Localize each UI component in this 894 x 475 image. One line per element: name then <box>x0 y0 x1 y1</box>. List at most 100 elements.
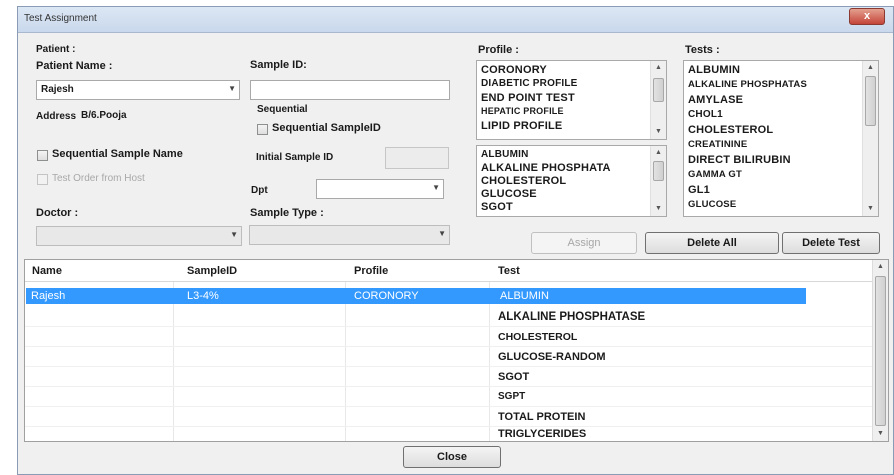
sample-type-label: Sample Type : <box>250 207 324 219</box>
cell-name: Rajesh <box>31 290 66 302</box>
assignment-grid: Name SampleID Profile Test Rajesh L3-4% … <box>24 259 889 442</box>
test-item[interactable]: ALBUMIN <box>688 64 740 76</box>
cell-test[interactable]: ALKALINE PHOSPHATASE <box>498 311 645 323</box>
column-header-name[interactable]: Name <box>32 265 62 277</box>
cell-test[interactable]: GLUCOSE-RANDOM <box>498 351 606 363</box>
tests-listbox[interactable]: ALBUMIN ALKALINE PHOSPHATAS AMYLASE CHOL… <box>683 60 879 217</box>
profile-item[interactable]: CORONORY <box>481 64 547 76</box>
test-item[interactable]: GL1 <box>688 184 710 196</box>
cell-test: ALBUMIN <box>500 290 549 302</box>
column-divider <box>345 282 346 441</box>
sequential-sample-name-label: Sequential Sample Name <box>52 148 183 160</box>
window-title: Test Assignment <box>24 13 97 24</box>
delete-test-button[interactable]: Delete Test <box>782 232 880 254</box>
profile-label: Profile : <box>478 44 519 56</box>
test-item[interactable]: CHOL1 <box>688 109 723 120</box>
scroll-thumb[interactable] <box>653 78 664 102</box>
column-header-test[interactable]: Test <box>498 265 520 277</box>
scroll-up-icon[interactable]: ▲ <box>863 61 878 75</box>
cell-test[interactable]: SGOT <box>498 371 529 383</box>
sequential-sampleid-label: Sequential SampleID <box>272 122 381 134</box>
test-assignment-window: Test Assignment x Patient : Patient Name… <box>17 6 894 475</box>
dpt-label: Dpt <box>251 185 268 196</box>
sequential-sample-name-checkbox[interactable] <box>37 150 48 161</box>
profile-test-item[interactable]: ALBUMIN <box>481 149 529 160</box>
profile-tests-listbox[interactable]: ALBUMIN ALKALINE PHOSPHATA CHOLESTEROL G… <box>476 145 667 217</box>
test-item[interactable]: GAMMA GT <box>688 169 742 180</box>
grid-scrollbar[interactable]: ▲ ▼ <box>872 260 888 441</box>
sample-id-label: Sample ID: <box>250 59 307 71</box>
cell-test[interactable]: CHOLESTEROL <box>498 331 577 343</box>
profile-test-item[interactable]: GLUCOSE <box>481 188 537 200</box>
chevron-down-icon: ▼ <box>228 84 236 93</box>
profile-test-item[interactable]: SGOT <box>481 201 513 213</box>
chevron-down-icon: ▼ <box>438 229 446 238</box>
test-order-checkbox[interactable] <box>37 174 48 185</box>
test-item[interactable]: ALKALINE PHOSPHATAS <box>688 79 807 90</box>
scroll-thumb[interactable] <box>653 161 664 181</box>
test-item[interactable]: GLUCOSE <box>688 199 736 210</box>
chevron-down-icon: ▼ <box>230 230 238 239</box>
row-divider <box>25 346 873 347</box>
profile-tests-scrollbar[interactable]: ▲ ▼ <box>650 146 666 216</box>
close-button[interactable]: Close <box>403 446 501 468</box>
address-label: Address <box>36 111 77 122</box>
test-item[interactable]: CHOLESTEROL <box>688 124 773 136</box>
tests-scrollbar[interactable]: ▲ ▼ <box>862 61 878 216</box>
scroll-down-icon[interactable]: ▼ <box>873 427 888 441</box>
profile-item[interactable]: DIABETIC PROFILE <box>481 78 578 89</box>
scroll-up-icon[interactable]: ▲ <box>873 260 888 274</box>
profile-test-item[interactable]: ALKALINE PHOSPHATA <box>481 162 611 174</box>
scroll-thumb[interactable] <box>865 76 876 126</box>
title-bar: Test Assignment x <box>18 7 893 33</box>
cell-sampleid: L3-4% <box>187 290 219 302</box>
row-divider <box>25 366 873 367</box>
cell-test[interactable]: TOTAL PROTEIN <box>498 411 585 423</box>
scroll-up-icon[interactable]: ▲ <box>651 146 666 160</box>
test-item[interactable]: CREATININE <box>688 139 747 150</box>
test-item[interactable]: AMYLASE <box>688 94 743 106</box>
sequential-sampleid-checkbox[interactable] <box>257 124 268 135</box>
profile-listbox[interactable]: CORONORY DIABETIC PROFILE END POINT TEST… <box>476 60 667 140</box>
row-divider <box>25 406 873 407</box>
assign-button[interactable]: Assign <box>531 232 637 254</box>
row-divider <box>25 326 873 327</box>
row-divider <box>25 386 873 387</box>
scroll-down-icon[interactable]: ▼ <box>651 125 666 139</box>
dpt-dropdown[interactable]: ▼ <box>316 179 444 199</box>
cell-test[interactable]: SGPT <box>498 391 525 402</box>
profile-scrollbar[interactable]: ▲ ▼ <box>650 61 666 139</box>
scroll-up-icon[interactable]: ▲ <box>651 61 666 75</box>
sample-type-dropdown[interactable]: ▼ <box>249 225 450 245</box>
row-divider <box>25 426 873 427</box>
initial-sample-id-label: Initial Sample ID <box>256 152 334 163</box>
window-close-button[interactable]: x <box>849 8 885 25</box>
cell-profile: CORONORY <box>354 290 419 302</box>
profile-test-item[interactable]: CHOLESTEROL <box>481 175 566 187</box>
profile-item[interactable]: LIPID PROFILE <box>481 120 562 132</box>
test-order-label: Test Order from Host <box>52 173 145 184</box>
initial-sample-id-input[interactable] <box>385 147 449 169</box>
delete-all-button[interactable]: Delete All <box>645 232 779 254</box>
column-header-sampleid[interactable]: SampleID <box>187 265 237 277</box>
patient-section-label: Patient : <box>36 44 76 55</box>
scroll-thumb[interactable] <box>875 276 886 426</box>
close-icon: x <box>863 10 871 22</box>
column-header-profile[interactable]: Profile <box>354 265 388 277</box>
cell-test[interactable]: TRIGLYCERIDES <box>498 428 586 440</box>
chevron-down-icon: ▼ <box>432 183 440 192</box>
test-item[interactable]: DIRECT BILIRUBIN <box>688 154 791 166</box>
column-divider <box>489 282 490 441</box>
doctor-label: Doctor : <box>36 207 79 219</box>
column-divider <box>173 282 174 441</box>
sequential-label: Sequential <box>257 104 308 115</box>
address-value: B/6.Pooja <box>81 110 127 121</box>
sample-id-input[interactable] <box>250 80 450 100</box>
tests-label: Tests : <box>685 44 720 56</box>
scroll-down-icon[interactable]: ▼ <box>651 202 666 216</box>
scroll-down-icon[interactable]: ▼ <box>863 202 878 216</box>
doctor-dropdown[interactable]: ▼ <box>36 226 242 246</box>
patient-name-dropdown[interactable]: Rajesh ▼ <box>36 80 240 100</box>
profile-item[interactable]: HEPATIC PROFILE <box>481 106 564 116</box>
profile-item[interactable]: END POINT TEST <box>481 92 575 104</box>
